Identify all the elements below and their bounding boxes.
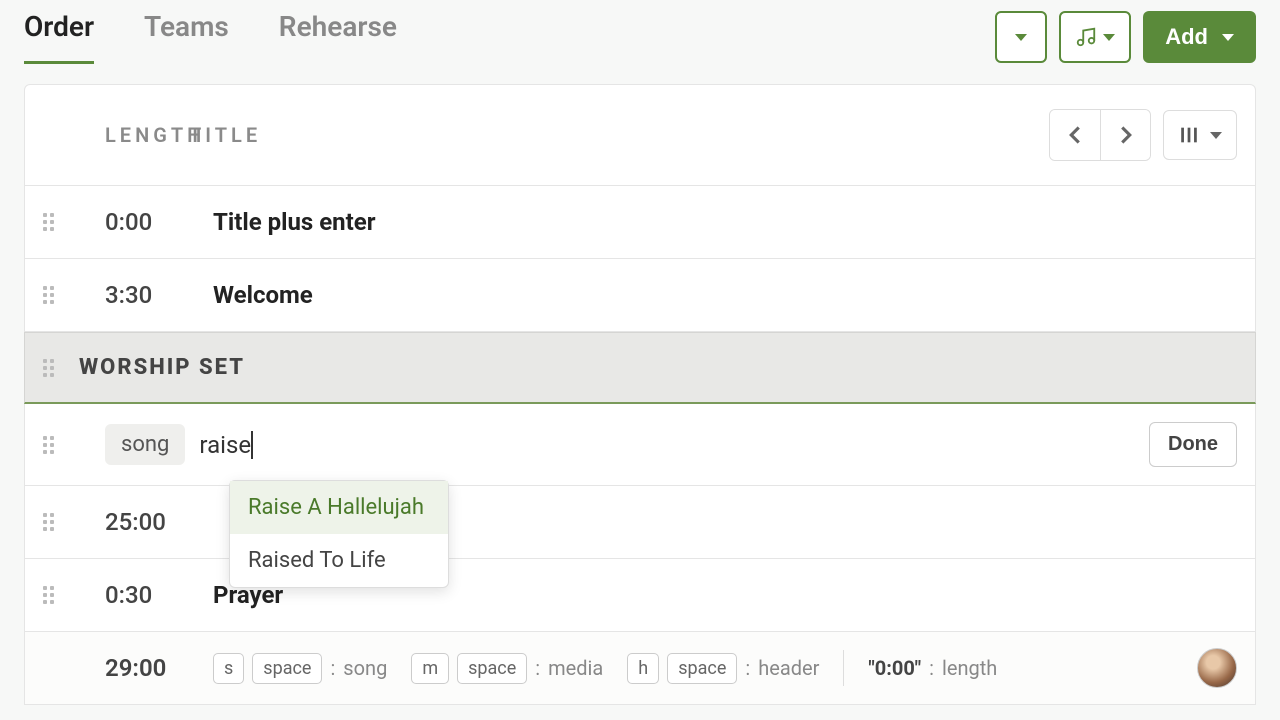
divider: [843, 650, 844, 686]
drag-handle-icon[interactable]: [43, 586, 67, 604]
hint-label: media: [548, 656, 603, 680]
table-row[interactable]: 0:30 Prayer: [24, 559, 1256, 632]
key-icon: s: [213, 653, 244, 684]
table-row[interactable]: 3:30 Welcome: [24, 259, 1256, 332]
add-button-label: Add: [1165, 24, 1208, 50]
key-icon: space: [457, 653, 527, 684]
length-cell: 0:00: [67, 208, 213, 236]
chevron-right-icon: [1119, 125, 1133, 145]
title-cell: Title plus enter: [213, 208, 1237, 236]
music-dropdown-button[interactable]: [1059, 11, 1131, 63]
length-cell: 0:30: [67, 581, 213, 609]
key-icon: space: [252, 653, 322, 684]
hint-label: song: [343, 656, 387, 680]
topbar-actions: Add: [995, 11, 1256, 63]
length-cell: 3:30: [67, 281, 213, 309]
key-icon: m: [411, 653, 449, 684]
autocomplete-item[interactable]: Raised To Life: [230, 534, 448, 587]
drag-handle-icon[interactable]: [43, 286, 67, 304]
title-column-header: TITLE: [189, 123, 1049, 147]
chevron-down-icon: [1222, 34, 1234, 41]
more-dropdown-button[interactable]: [995, 11, 1047, 63]
chevron-left-icon: [1068, 125, 1082, 145]
tab-order[interactable]: Order: [24, 10, 94, 64]
prev-button[interactable]: [1050, 110, 1100, 160]
add-button[interactable]: Add: [1143, 11, 1256, 63]
hint-song: s space : song: [213, 653, 387, 684]
table-row[interactable]: 25:00: [24, 486, 1256, 559]
chevron-down-icon: [1103, 34, 1115, 41]
hint-length: "0:00" : length: [868, 656, 997, 680]
done-button[interactable]: Done: [1149, 422, 1237, 467]
song-type-chip[interactable]: song: [105, 424, 185, 465]
columns-icon: [1178, 124, 1200, 146]
total-length: 29:00: [67, 654, 213, 682]
hint-label: length: [942, 656, 997, 680]
table-header: LENGTH TITLE: [24, 84, 1256, 186]
header-controls: [1049, 109, 1237, 161]
footer-row: 29:00 s space : song m space : media h s…: [24, 632, 1256, 705]
tab-rehearse[interactable]: Rehearse: [279, 10, 397, 64]
table-row[interactable]: 0:00 Title plus enter: [24, 186, 1256, 259]
drag-handle-icon[interactable]: [43, 213, 67, 231]
section-title: WORSHIP SET: [67, 355, 245, 380]
chevron-down-icon: [1015, 34, 1027, 41]
hint-header: h space : header: [627, 653, 819, 684]
drag-handle-icon[interactable]: [43, 359, 67, 377]
tab-teams[interactable]: Teams: [144, 10, 229, 64]
song-input-row: song raise Done Raise A Hallelujah Raise…: [24, 404, 1256, 486]
content-area: LENGTH TITLE 0:00 Title plus enter 3:30 …: [0, 64, 1280, 705]
drag-handle-icon[interactable]: [43, 513, 67, 531]
title-cell: Welcome: [213, 281, 1237, 309]
drag-handle-icon[interactable]: [43, 436, 67, 454]
next-button[interactable]: [1100, 110, 1150, 160]
music-icon: [1075, 26, 1097, 48]
key-icon: space: [667, 653, 737, 684]
autocomplete-dropdown: Raise A Hallelujah Raised To Life: [229, 480, 449, 588]
key-icon: h: [627, 653, 659, 684]
hint-media: m space : media: [411, 653, 603, 684]
hint-quote: "0:00": [868, 656, 921, 680]
chevron-down-icon: [1210, 132, 1222, 139]
section-header[interactable]: WORSHIP SET: [24, 332, 1256, 404]
nav-buttons: [1049, 109, 1151, 161]
columns-button[interactable]: [1163, 110, 1237, 160]
keyboard-hints: s space : song m space : media h space :…: [213, 650, 1197, 686]
top-bar: Order Teams Rehearse Add: [0, 0, 1280, 64]
length-cell: 25:00: [67, 508, 213, 536]
avatar[interactable]: [1197, 648, 1237, 688]
autocomplete-item[interactable]: Raise A Hallelujah: [230, 481, 448, 534]
hint-label: header: [758, 656, 819, 680]
main-tabs: Order Teams Rehearse: [24, 10, 397, 64]
length-column-header: LENGTH: [43, 123, 189, 147]
